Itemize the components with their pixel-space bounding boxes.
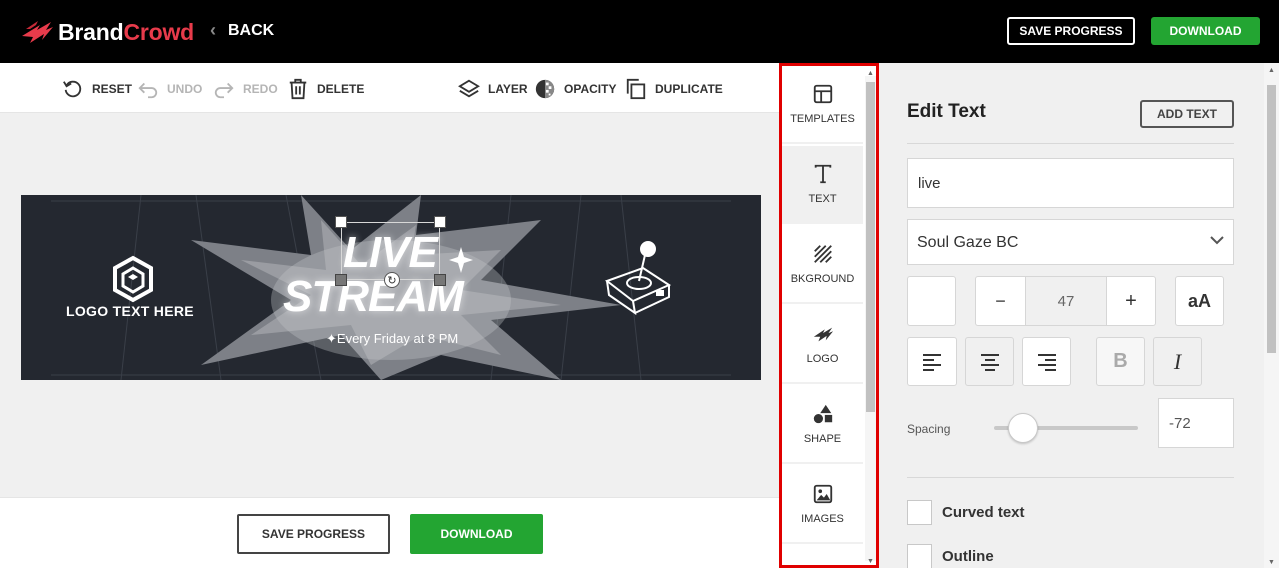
resize-handle-bottom-right[interactable] bbox=[434, 274, 446, 286]
opacity-button[interactable]: OPACITY bbox=[534, 78, 616, 100]
sidebar-item-shape[interactable]: SHAPE bbox=[782, 386, 863, 464]
editor-toolbar: RESET UNDO REDO DELETE LAYER OPACITY DUP… bbox=[0, 63, 779, 113]
back-label: BACK bbox=[228, 21, 275, 39]
font-size-value[interactable]: 47 bbox=[1026, 276, 1106, 326]
sidebar-item-text[interactable]: TEXT bbox=[782, 146, 863, 224]
logo-icon bbox=[813, 327, 833, 342]
joystick-icon bbox=[604, 241, 672, 316]
panel-divider-2 bbox=[907, 477, 1234, 478]
minus-icon: − bbox=[995, 290, 1006, 311]
bottom-bar: SAVE PROGRESS DOWNLOAD bbox=[0, 497, 779, 568]
hexagon-logo-icon bbox=[113, 255, 153, 303]
download-button-bottom[interactable]: DOWNLOAD bbox=[410, 514, 543, 554]
align-left-icon bbox=[923, 353, 941, 371]
spacing-input[interactable]: -72 bbox=[1158, 398, 1234, 448]
duplicate-button[interactable]: DUPLICATE bbox=[625, 78, 723, 100]
align-center-button[interactable] bbox=[965, 337, 1014, 386]
font-select[interactable]: Soul Gaze BC bbox=[907, 219, 1234, 265]
back-button[interactable]: ‹ BACK bbox=[210, 20, 274, 41]
rotate-handle-icon[interactable]: ↻ bbox=[384, 272, 400, 288]
trash-icon bbox=[289, 78, 307, 100]
text-case-button[interactable]: aA bbox=[1175, 276, 1224, 326]
text-color-swatch[interactable] bbox=[907, 276, 956, 326]
sidebar-item-background[interactable]: BKGROUND bbox=[782, 226, 863, 304]
reset-icon bbox=[63, 80, 82, 98]
align-center-icon bbox=[980, 353, 999, 371]
images-icon bbox=[813, 484, 832, 504]
curved-text-label: Curved text bbox=[942, 504, 1025, 521]
spacing-label: Spacing bbox=[907, 422, 951, 436]
layers-icon bbox=[458, 79, 480, 98]
align-right-button[interactable] bbox=[1022, 337, 1071, 386]
templates-icon bbox=[813, 84, 832, 104]
page-scroll-thumb[interactable] bbox=[1267, 85, 1276, 353]
spacing-slider-thumb[interactable] bbox=[1008, 413, 1038, 443]
font-size-decrease-button[interactable]: − bbox=[975, 276, 1026, 326]
edit-text-panel: Edit Text ADD TEXT live Soul Gaze BC − 4… bbox=[880, 63, 1264, 568]
sidebar-item-logo[interactable]: LOGO bbox=[782, 306, 863, 384]
save-progress-button-bottom[interactable]: SAVE PROGRESS bbox=[237, 514, 390, 554]
undo-icon bbox=[138, 82, 158, 99]
align-left-button[interactable] bbox=[907, 337, 957, 386]
resize-handle-top-left[interactable] bbox=[335, 216, 347, 228]
page-scroll-up-icon[interactable]: ▲ bbox=[1268, 67, 1275, 74]
text-icon bbox=[814, 164, 831, 184]
background-icon bbox=[813, 245, 832, 263]
chevron-left-icon: ‹ bbox=[210, 20, 216, 40]
page-scrollbar[interactable]: ▲ ▼ bbox=[1264, 63, 1279, 568]
add-text-button[interactable]: ADD TEXT bbox=[1140, 100, 1234, 128]
curved-text-checkbox[interactable] bbox=[907, 500, 932, 525]
panel-divider bbox=[907, 143, 1234, 144]
top-bar: BrandCrowd ‹ BACK SAVE PROGRESS DOWNLOAD bbox=[0, 0, 1279, 63]
outline-checkbox[interactable] bbox=[907, 544, 932, 568]
delete-button[interactable]: DELETE bbox=[287, 78, 364, 100]
layer-button[interactable]: LAYER bbox=[458, 78, 528, 100]
sidebar-item-templates[interactable]: TEMPLATES bbox=[782, 66, 863, 144]
scroll-down-icon[interactable]: ▼ bbox=[867, 558, 874, 565]
page-scroll-down-icon[interactable]: ▼ bbox=[1268, 559, 1275, 566]
sidebar-scrollbar[interactable]: ▲ ▼ bbox=[865, 70, 876, 565]
brandcrowd-logo-icon bbox=[22, 21, 53, 43]
brand-logo[interactable]: BrandCrowd bbox=[20, 16, 194, 48]
undo-button[interactable]: UNDO bbox=[137, 78, 202, 100]
chevron-down-icon bbox=[1210, 236, 1224, 245]
bold-button[interactable]: B bbox=[1096, 337, 1145, 386]
redo-icon bbox=[214, 82, 234, 99]
sidebar-scroll-thumb[interactable] bbox=[866, 82, 875, 412]
brand-name: BrandCrowd bbox=[58, 18, 195, 45]
align-right-icon bbox=[1037, 353, 1056, 371]
subtitle-text[interactable]: ✦Every Friday at 8 PM bbox=[326, 331, 458, 347]
panel-title: Edit Text bbox=[907, 101, 986, 122]
outline-label: Outline bbox=[942, 548, 994, 565]
text-content-input[interactable]: live bbox=[907, 158, 1234, 208]
resize-handle-bottom-left[interactable] bbox=[335, 274, 347, 286]
duplicate-icon bbox=[626, 78, 646, 100]
design-canvas[interactable]: LOGO TEXT HERE LIVE STREAM ✦Every Friday… bbox=[21, 195, 761, 380]
tool-sidebar: TEMPLATES TEXT BKGROUND LOGO SHAPE IMAGE… bbox=[779, 63, 879, 568]
scroll-up-icon[interactable]: ▲ bbox=[867, 70, 874, 77]
font-size-increase-button[interactable]: + bbox=[1106, 276, 1156, 326]
opacity-icon bbox=[535, 79, 555, 99]
download-button-top[interactable]: DOWNLOAD bbox=[1151, 17, 1260, 45]
redo-button[interactable]: REDO bbox=[213, 78, 278, 100]
resize-handle-top-right[interactable] bbox=[434, 216, 446, 228]
save-progress-button-top[interactable]: SAVE PROGRESS bbox=[1007, 17, 1135, 45]
italic-button[interactable]: I bbox=[1153, 337, 1202, 386]
reset-button[interactable]: RESET bbox=[62, 78, 132, 100]
plus-icon: + bbox=[1125, 289, 1137, 312]
sidebar-item-images[interactable]: IMAGES bbox=[782, 466, 863, 544]
shape-icon bbox=[813, 404, 832, 424]
logo-text[interactable]: LOGO TEXT HERE bbox=[66, 303, 194, 319]
